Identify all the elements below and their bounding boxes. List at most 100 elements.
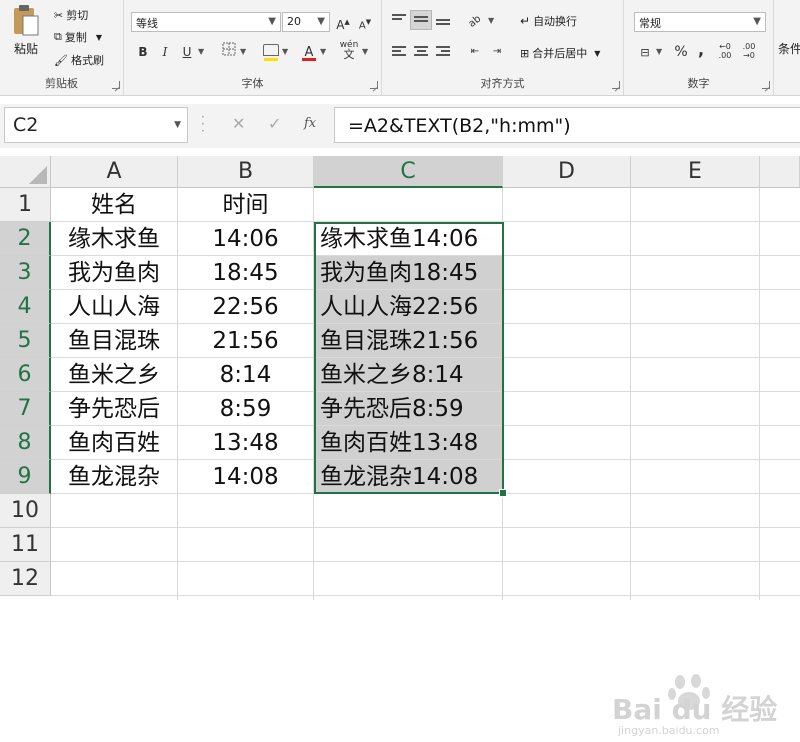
row-header-11[interactable]: 11 — [0, 528, 51, 562]
paint-bucket-icon — [263, 44, 279, 56]
cell-a4[interactable]: 人山人海 — [51, 290, 177, 323]
fill-handle[interactable] — [499, 489, 507, 497]
row-header-8[interactable]: 8 — [0, 426, 51, 460]
chevron-down-icon[interactable]: ▼ — [656, 47, 662, 56]
dialog-launcher-icon[interactable] — [370, 81, 378, 89]
dialog-launcher-icon[interactable] — [612, 81, 620, 89]
column-header-d[interactable]: D — [503, 156, 631, 188]
font-name-select[interactable]: 等线 ▼ — [131, 12, 281, 32]
chevron-down-icon[interactable]: ▼ — [362, 47, 368, 56]
increase-decimal-button[interactable]: ←0.00 — [714, 42, 736, 62]
cell-a2[interactable]: 缘木求鱼 — [51, 222, 177, 255]
column-header-b[interactable]: B — [178, 156, 314, 188]
cell-a7[interactable]: 争先恐后 — [51, 392, 177, 425]
format-painter-button[interactable]: 🖌 格式刷 — [54, 52, 104, 68]
column-header-partial[interactable] — [760, 156, 800, 188]
percent-style-button[interactable]: % — [670, 42, 692, 62]
decrease-decimal-button[interactable]: .00 →0 — [738, 42, 760, 62]
cell-b9[interactable]: 14:08 — [178, 460, 313, 493]
cell-c5[interactable]: 鱼目混珠21:56 — [314, 324, 502, 357]
underline-button[interactable]: U — [176, 42, 198, 62]
font-color-button[interactable]: A — [298, 42, 320, 62]
accounting-format-button[interactable]: ⊟ — [634, 42, 656, 62]
fill-color-button[interactable] — [260, 42, 282, 62]
cell-c9[interactable]: 鱼龙混杂14:08 — [314, 460, 502, 493]
column-header-e[interactable]: E — [631, 156, 760, 188]
cut-button[interactable]: ✂ 剪切 — [54, 7, 88, 23]
cell-a3[interactable]: 我为鱼肉 — [51, 256, 177, 289]
comma-style-button[interactable]: , — [690, 40, 712, 60]
cell-b3[interactable]: 18:45 — [178, 256, 313, 289]
chevron-down-icon[interactable]: ▼ — [198, 47, 204, 56]
column-header-a[interactable]: A — [51, 156, 178, 188]
align-left-button[interactable] — [388, 42, 410, 62]
dialog-launcher-icon[interactable] — [112, 81, 120, 89]
chevron-down-icon[interactable]: ▼ — [320, 47, 326, 56]
cell-b1[interactable]: 时间 — [178, 188, 313, 221]
align-bottom-button[interactable] — [432, 10, 454, 30]
cell-c7[interactable]: 争先恐后8:59 — [314, 392, 502, 425]
cell-b6[interactable]: 8:14 — [178, 358, 313, 391]
paste-button[interactable]: 粘贴 — [12, 4, 40, 57]
cell-c6[interactable]: 鱼米之乡8:14 — [314, 358, 502, 391]
column-header-c[interactable]: C — [314, 156, 503, 188]
row-header-3[interactable]: 3 — [0, 256, 51, 290]
row-header-2[interactable]: 2 — [0, 222, 51, 256]
name-box[interactable]: C2 ▼ — [4, 107, 188, 143]
cell-a9[interactable]: 鱼龙混杂 — [51, 460, 177, 493]
italic-button[interactable]: I — [154, 42, 176, 62]
row-header-10[interactable]: 10 — [0, 494, 51, 528]
chevron-down-icon: ▼ — [268, 16, 276, 27]
decrease-font-size-button[interactable]: A▼ — [354, 12, 376, 32]
insert-function-icon[interactable]: fx — [304, 116, 316, 131]
row-header-4[interactable]: 4 — [0, 290, 51, 324]
row-header-1[interactable]: 1 — [0, 188, 51, 222]
cell-a1[interactable]: 姓名 — [51, 188, 177, 221]
chevron-down-icon[interactable]: ▼ — [240, 47, 246, 56]
borders-button[interactable] — [218, 42, 240, 62]
align-right-button[interactable] — [432, 42, 454, 62]
conditional-formatting-button[interactable]: 条件 — [778, 40, 800, 57]
chevron-down-icon[interactable]: ▼ — [488, 16, 494, 25]
formula-input[interactable]: =A2&TEXT(B2,"h:mm") — [334, 107, 800, 143]
dialog-launcher-icon[interactable] — [762, 81, 770, 89]
cell-a5[interactable]: 鱼目混珠 — [51, 324, 177, 357]
row-header-9[interactable]: 9 — [0, 460, 51, 494]
align-top-button[interactable] — [388, 10, 410, 30]
copy-button[interactable]: ⧉ 复制 ▼ — [54, 29, 102, 45]
number-format-select[interactable]: 常规 ▼ — [634, 12, 766, 32]
cell-a6[interactable]: 鱼米之乡 — [51, 358, 177, 391]
cell-c3[interactable]: 我为鱼肉18:45 — [314, 256, 502, 289]
increase-font-size-button[interactable]: A▲ — [332, 12, 354, 32]
increase-indent-button[interactable]: ⇥ — [486, 42, 508, 62]
orientation-button[interactable]: ab — [464, 10, 486, 30]
chevron-down-icon: ▼ — [594, 48, 601, 58]
align-middle-button[interactable] — [410, 10, 432, 30]
cell-b5[interactable]: 21:56 — [178, 324, 313, 357]
cell-b4[interactable]: 22:56 — [178, 290, 313, 323]
wrap-text-button[interactable]: ↵ 自动换行 — [520, 13, 577, 29]
row-header-12[interactable]: 12 — [0, 562, 51, 596]
cell-c4[interactable]: 人山人海22:56 — [314, 290, 502, 323]
row-header-6[interactable]: 6 — [0, 358, 51, 392]
row-header-7[interactable]: 7 — [0, 392, 51, 426]
chevron-down-icon[interactable]: ▼ — [282, 47, 288, 56]
decrease-indent-button[interactable]: ⇤ — [464, 42, 486, 62]
cell-b8[interactable]: 13:48 — [178, 426, 313, 459]
font-size-select[interactable]: 20 ▼ — [282, 12, 330, 32]
number-format-value: 常规 — [639, 17, 661, 30]
select-all-corner[interactable] — [0, 156, 51, 188]
row-header-5[interactable]: 5 — [0, 324, 51, 358]
cell-b2[interactable]: 14:06 — [178, 222, 313, 255]
cancel-icon[interactable]: ✕ — [232, 114, 245, 133]
enter-check-icon[interactable]: ✓ — [268, 114, 281, 133]
align-center-button[interactable] — [410, 42, 432, 62]
cell-b7[interactable]: 8:59 — [178, 392, 313, 425]
merge-center-button[interactable]: ⊞ 合并后居中 ▼ — [520, 45, 600, 61]
cell-c8[interactable]: 鱼肉百姓13:48 — [314, 426, 502, 459]
more-options-icon[interactable]: · · · — [201, 111, 205, 137]
phonetic-button[interactable]: wén 文 — [338, 40, 360, 60]
cell-a8[interactable]: 鱼肉百姓 — [51, 426, 177, 459]
bold-button[interactable]: B — [132, 42, 154, 62]
cell-c2[interactable]: 缘木求鱼14:06 — [314, 222, 502, 255]
